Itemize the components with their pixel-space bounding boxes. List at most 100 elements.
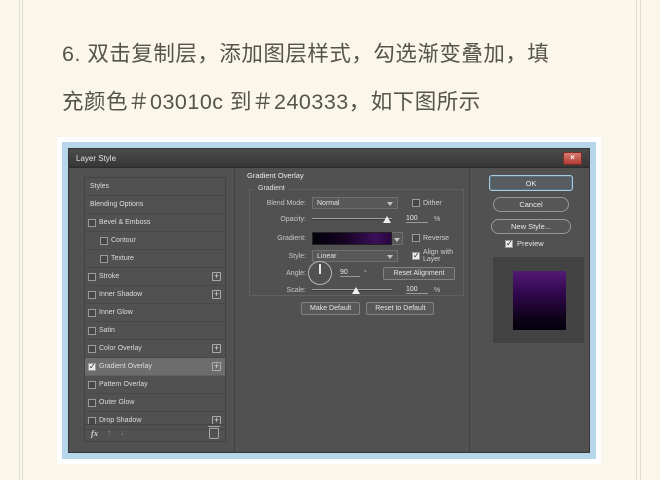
panel-header: Gradient Overlay	[247, 171, 304, 180]
new-style-button[interactable]: New Style...	[491, 219, 571, 234]
sidebar-item-color-overlay[interactable]: Color Overlay	[85, 340, 225, 358]
sidebar-item-bevel-emboss[interactable]: Bevel & Emboss	[85, 214, 225, 232]
reset-alignment-button[interactable]: Reset Alignment	[383, 267, 455, 280]
plus-icon[interactable]	[212, 344, 221, 353]
layer-style-dialog: Layer Style Styles Blending Options	[68, 148, 590, 453]
divider	[234, 168, 235, 452]
slider-thumb[interactable]	[383, 216, 391, 223]
slider-track[interactable]	[312, 218, 392, 220]
sidebar-item-label: Inner Glow	[99, 309, 133, 316]
checkbox[interactable]	[412, 199, 420, 207]
preview-label: Preview	[517, 239, 544, 248]
scale-slider[interactable]	[312, 284, 392, 296]
angle-row: Angle: 90 ° Reset Alignment	[256, 261, 457, 285]
page-border-line	[19, 0, 20, 480]
angle-value[interactable]: 90	[340, 269, 360, 277]
fx-icon[interactable]: fx	[91, 428, 98, 438]
sidebar-item-label: Pattern Overlay	[99, 381, 148, 388]
plus-icon[interactable]	[212, 290, 221, 299]
sidebar-item-label: Texture	[111, 255, 134, 262]
preview-gradient-square	[513, 271, 566, 330]
dither-label: Dither	[423, 200, 442, 207]
opacity-slider[interactable]	[312, 213, 392, 225]
style-value: Linear	[317, 253, 336, 260]
trash-icon[interactable]	[209, 428, 219, 439]
checkbox[interactable]	[88, 327, 96, 335]
sidebar-item-styles[interactable]: Styles	[85, 178, 225, 196]
gradient-dropdown-arrow-icon[interactable]	[392, 232, 403, 245]
sidebar-item-texture[interactable]: Texture	[85, 250, 225, 268]
dialog-titlebar: Layer Style	[69, 149, 589, 168]
checkbox[interactable]	[88, 273, 96, 281]
ok-button[interactable]: OK	[489, 175, 573, 191]
sidebar-item-label: Bevel & Emboss	[99, 219, 150, 226]
reset-to-default-button[interactable]: Reset to Default	[366, 302, 434, 315]
dither-option[interactable]: Dither	[412, 199, 442, 207]
opacity-value[interactable]: 100	[406, 215, 428, 223]
plus-icon[interactable]	[212, 272, 221, 281]
checkbox[interactable]	[88, 309, 96, 317]
styles-panel: Styles Blending Options Bevel & Emboss C…	[84, 177, 226, 442]
sidebar-item-label: Gradient Overlay	[99, 363, 152, 370]
sidebar-item-label: Outer Glow	[99, 399, 134, 406]
gradient-overlay-panel: Gradient Overlay Gradient Blend Mode: No…	[239, 168, 469, 452]
sidebar-item-inner-shadow[interactable]: Inner Shadow	[85, 286, 225, 304]
gradient-row: Gradient: Reverse	[256, 231, 457, 245]
scale-row: Scale: 100 %	[256, 283, 457, 297]
reverse-option[interactable]: Reverse	[412, 234, 449, 242]
dial-center-dot	[319, 272, 321, 274]
checkbox-checked[interactable]	[505, 240, 513, 248]
sidebar-item-label: Blending Options	[90, 201, 143, 208]
checkbox[interactable]	[88, 399, 96, 407]
sidebar-item-outer-glow[interactable]: Outer Glow	[85, 394, 225, 412]
default-buttons-row: Make Default Reset to Default	[301, 302, 434, 315]
sidebar-item-gradient-overlay[interactable]: Gradient Overlay	[85, 358, 225, 376]
checkbox[interactable]	[100, 237, 108, 245]
sidebar-item-pattern-overlay[interactable]: Pattern Overlay	[85, 376, 225, 394]
move-down-icon[interactable]: ↓	[120, 429, 124, 437]
screenshot-container: Layer Style Styles Blending Options	[57, 137, 601, 464]
cancel-button[interactable]: Cancel	[493, 197, 569, 212]
sidebar-item-label: Stroke	[99, 273, 119, 280]
move-up-icon[interactable]: ↑	[107, 429, 111, 437]
gradient-group: Gradient Blend Mode: Normal Dither	[249, 189, 464, 296]
group-legend: Gradient	[255, 185, 288, 192]
checkbox-checked[interactable]	[88, 363, 96, 371]
opacity-row: Opacity: 100 %	[256, 212, 457, 226]
gradient-swatch[interactable]	[312, 232, 392, 245]
opacity-unit: %	[434, 216, 440, 223]
page-border-line	[22, 0, 23, 480]
checkbox[interactable]	[100, 255, 108, 263]
slider-thumb[interactable]	[352, 287, 360, 294]
blend-mode-label: Blend Mode:	[256, 200, 306, 207]
sidebar-item-label: Styles	[90, 183, 109, 190]
angle-label: Angle:	[256, 270, 306, 277]
angle-dial[interactable]	[308, 261, 332, 285]
blend-mode-dropdown[interactable]: Normal	[312, 197, 398, 209]
checkbox[interactable]	[88, 345, 96, 353]
checkbox[interactable]	[412, 234, 420, 242]
close-icon[interactable]	[563, 152, 582, 165]
sidebar-item-stroke[interactable]: Stroke	[85, 268, 225, 286]
preview-option[interactable]: Preview	[505, 239, 544, 248]
sidebar-item-inner-glow[interactable]: Inner Glow	[85, 304, 225, 322]
styles-panel-footer: fx ↑ ↓	[85, 424, 225, 441]
sidebar-item-label: Satin	[99, 327, 115, 334]
scale-unit: %	[434, 287, 440, 294]
make-default-button[interactable]: Make Default	[301, 302, 360, 315]
checkbox-checked[interactable]	[412, 252, 420, 260]
page-border-line	[636, 0, 637, 480]
checkbox[interactable]	[88, 219, 96, 227]
instruction-text: 6. 双击复制层，添加图层样式，勾选渐变叠加，填 充颜色＃03010c 到＃24…	[62, 30, 602, 126]
sidebar-item-blending-options[interactable]: Blending Options	[85, 196, 225, 214]
angle-unit: °	[364, 270, 367, 277]
style-label: Style:	[256, 253, 306, 260]
scale-value[interactable]: 100	[406, 286, 428, 294]
checkbox[interactable]	[88, 291, 96, 299]
plus-icon[interactable]	[212, 362, 221, 371]
sidebar-item-satin[interactable]: Satin	[85, 322, 225, 340]
blend-mode-value: Normal	[317, 200, 340, 207]
sidebar-item-contour[interactable]: Contour	[85, 232, 225, 250]
preview-thumbnail-area	[493, 257, 584, 343]
checkbox[interactable]	[88, 381, 96, 389]
